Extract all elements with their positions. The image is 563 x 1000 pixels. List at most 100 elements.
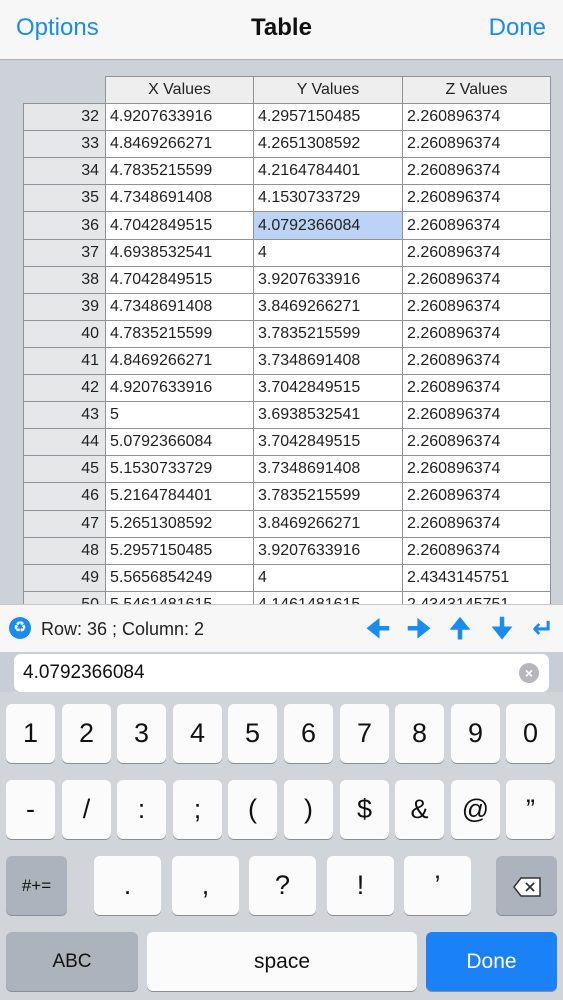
row-number-cell[interactable]: 38 (23, 265, 106, 294)
y-value-cell[interactable]: 4.0792366084 (253, 211, 403, 240)
row-number-cell[interactable]: 44 (23, 428, 106, 457)
arrow-up-icon[interactable]: 🠉 (445, 613, 475, 643)
y-value-cell[interactable]: 3.8469266271 (253, 509, 403, 538)
x-value-cell[interactable]: 4.7042849515 (105, 211, 254, 240)
x-value-cell[interactable]: 5.5656854249 (105, 563, 254, 592)
symbol-key[interactable]: - (6, 780, 55, 839)
x-value-cell[interactable]: 4.7835215599 (105, 319, 254, 348)
x-value-cell[interactable]: 5.0792366084 (105, 428, 254, 457)
key-1[interactable]: 2 (62, 704, 111, 763)
symbol-key[interactable]: ” (506, 780, 555, 839)
cell-value-field[interactable]: 4.0792366084 × (14, 654, 549, 692)
y-value-cell[interactable]: 3.7835215599 (253, 319, 403, 348)
key-0[interactable]: 1 (6, 704, 55, 763)
z-value-cell[interactable]: 2.260896374 (402, 536, 551, 565)
key-2[interactable]: 3 (117, 704, 166, 763)
row-number-cell[interactable]: 32 (23, 103, 106, 132)
x-value-cell[interactable]: 4.8469266271 (105, 346, 254, 376)
key-8[interactable]: 9 (451, 704, 500, 763)
row-number-cell[interactable]: 46 (23, 482, 106, 511)
key-6[interactable]: 7 (340, 704, 389, 763)
x-value-cell[interactable]: 5.1530733729 (105, 455, 254, 484)
table-scroll-area[interactable]: X Values Y Values Z Values 32 4.920763391… (0, 61, 563, 604)
x-value-cell[interactable]: 5.5461481615 (105, 590, 254, 604)
row-number-cell[interactable]: 37 (23, 238, 106, 267)
z-value-cell[interactable]: 2.260896374 (402, 103, 551, 132)
y-value-cell[interactable]: 3.7042849515 (253, 374, 403, 403)
z-value-cell[interactable]: 2.260896374 (402, 428, 551, 457)
row-number-cell[interactable]: 36 (23, 211, 106, 240)
y-value-cell[interactable]: 3.9207633916 (253, 265, 403, 294)
key-3[interactable]: 4 (173, 704, 222, 763)
key-7[interactable]: 8 (395, 704, 444, 763)
x-value-cell[interactable]: 4.9207633916 (105, 103, 254, 132)
symbol-key[interactable]: ( (228, 780, 277, 839)
y-value-cell[interactable]: 4.2651308592 (253, 130, 403, 159)
z-value-cell[interactable]: 2.260896374 (402, 374, 551, 403)
row-number-cell[interactable]: 35 (23, 184, 106, 213)
return-icon[interactable]: ↵ (528, 613, 558, 643)
row-number-cell[interactable]: 43 (23, 401, 106, 430)
x-value-cell[interactable]: 4.7348691408 (105, 184, 254, 213)
z-value-cell[interactable]: 2.260896374 (402, 319, 551, 348)
x-value-cell[interactable]: 4.7835215599 (105, 157, 254, 186)
row-number-cell[interactable]: 39 (23, 292, 106, 321)
symbol-key[interactable]: @ (451, 780, 500, 839)
z-value-cell[interactable]: 2.260896374 (402, 346, 551, 376)
z-value-cell[interactable]: 2.260896374 (402, 211, 551, 240)
row-number-cell[interactable]: 45 (23, 455, 106, 484)
row-number-cell[interactable]: 33 (23, 130, 106, 159)
y-value-cell[interactable]: 4.2957150485 (253, 103, 403, 132)
x-value-cell[interactable]: 5.2651308592 (105, 509, 254, 538)
z-value-cell[interactable]: 2.260896374 (402, 184, 551, 213)
y-value-cell[interactable]: 3.8469266271 (253, 292, 403, 321)
x-value-cell[interactable]: 4.7348691408 (105, 292, 254, 321)
arrow-down-icon[interactable]: 🠋 (487, 613, 517, 643)
done-nav-button[interactable]: Done (489, 14, 546, 42)
arrow-right-icon[interactable]: 🠊 (404, 613, 434, 643)
x-value-cell[interactable]: 5.2957150485 (105, 536, 254, 565)
x-value-cell[interactable]: 4.8469266271 (105, 130, 254, 159)
x-value-cell[interactable]: 4.7042849515 (105, 265, 254, 294)
symbol-key[interactable]: & (395, 780, 444, 839)
backspace-key[interactable] (496, 856, 557, 915)
punctuation-key[interactable]: ’ (404, 856, 471, 915)
x-value-cell[interactable]: 4.6938532541 (105, 238, 254, 267)
z-value-cell[interactable]: 2.260896374 (402, 482, 551, 511)
space-key[interactable]: space (147, 932, 417, 991)
z-value-cell[interactable]: 2.4343145751 (402, 590, 551, 604)
y-value-cell[interactable]: 4.2164784401 (253, 157, 403, 186)
z-value-cell[interactable]: 2.260896374 (402, 292, 551, 321)
column-header-z[interactable]: Z Values (402, 75, 551, 105)
punctuation-key[interactable]: . (94, 856, 161, 915)
done-key[interactable]: Done (426, 932, 557, 991)
x-value-cell[interactable]: 5.2164784401 (105, 482, 254, 511)
column-header-y[interactable]: Y Values (253, 75, 403, 105)
row-number-cell[interactable]: 47 (23, 509, 106, 538)
y-value-cell[interactable]: 3.7042849515 (253, 428, 403, 457)
symbol-key[interactable]: $ (340, 780, 389, 839)
punctuation-key[interactable]: , (172, 856, 239, 915)
y-value-cell[interactable]: 3.7348691408 (253, 455, 403, 484)
row-number-cell[interactable]: 41 (23, 346, 106, 376)
abc-key[interactable]: ABC (6, 932, 138, 991)
cell-value-text[interactable]: 4.0792366084 (23, 662, 145, 684)
y-value-cell[interactable]: 3.7835215599 (253, 482, 403, 511)
z-value-cell[interactable]: 2.260896374 (402, 455, 551, 484)
row-number-cell[interactable]: 40 (23, 319, 106, 348)
recycle-icon[interactable]: ♻ (9, 617, 31, 639)
clear-icon[interactable]: × (519, 663, 539, 683)
key-9[interactable]: 0 (506, 704, 555, 763)
z-value-cell[interactable]: 2.260896374 (402, 509, 551, 538)
z-value-cell[interactable]: 2.260896374 (402, 157, 551, 186)
punctuation-key[interactable]: ? (249, 856, 316, 915)
z-value-cell[interactable]: 2.260896374 (402, 401, 551, 430)
row-number-cell[interactable]: 49 (23, 563, 106, 592)
symbols-key[interactable]: #+= (6, 856, 67, 915)
punctuation-key[interactable]: ! (327, 856, 394, 915)
y-value-cell[interactable]: 4.1461481615 (253, 590, 403, 604)
key-5[interactable]: 6 (284, 704, 333, 763)
y-value-cell[interactable]: 3.7348691408 (253, 346, 403, 376)
row-number-cell[interactable]: 34 (23, 157, 106, 186)
y-value-cell[interactable]: 3.9207633916 (253, 536, 403, 565)
